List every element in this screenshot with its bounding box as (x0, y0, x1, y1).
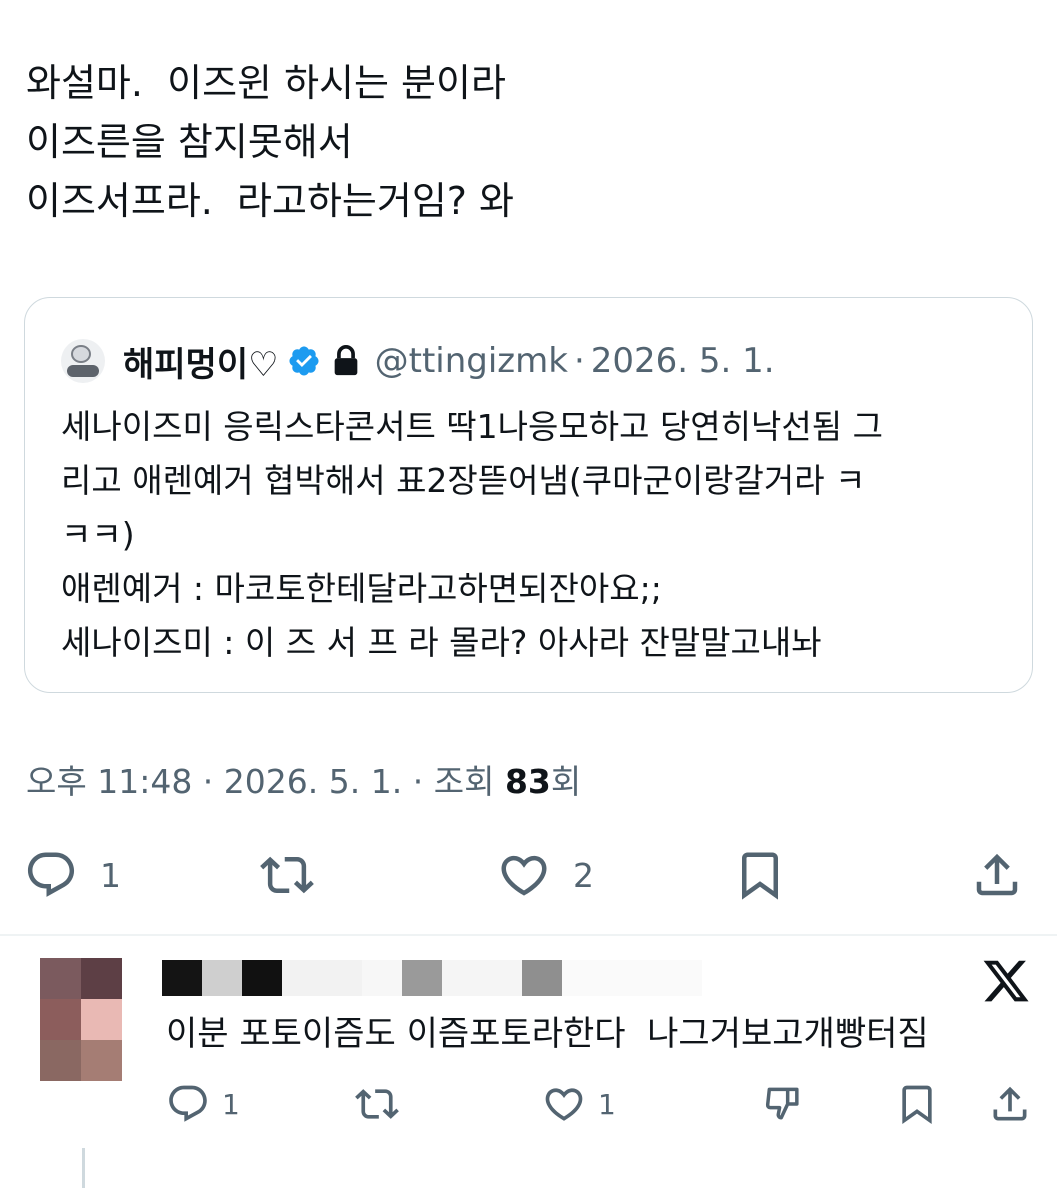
heart-icon (501, 855, 547, 896)
bookmark-button[interactable] (733, 848, 787, 902)
verified-badge-icon (289, 346, 319, 376)
tweet-time[interactable]: 오후 11:48 (26, 762, 192, 801)
thumbs-down-icon (765, 1087, 799, 1120)
retweet-icon (355, 1089, 399, 1119)
x-logo-icon (983, 960, 1029, 1002)
thread-connector-line (82, 1148, 85, 1188)
quoted-author-name[interactable]: 해피멍이♡ (123, 337, 279, 386)
avatar[interactable] (61, 339, 105, 383)
like-button[interactable]: 1 (542, 1082, 616, 1126)
share-button[interactable] (988, 1082, 1032, 1126)
dot-separator: · (573, 341, 585, 381)
retweet-button[interactable] (355, 1082, 399, 1126)
quoted-tweet-header: 해피멍이♡ @ttingizmk · 2026. 5. 1. (61, 337, 775, 386)
tweet-action-bar: 1 2 (0, 840, 1057, 912)
quoted-tweet-date[interactable]: 2026. 5. 1. (591, 341, 775, 381)
reply-action-bar: 1 1 (0, 1082, 1057, 1132)
reply-icon (27, 852, 75, 897)
tweet-text-line: 이즈서프라. 라고하는거임? 와 (26, 179, 515, 223)
like-button[interactable]: 2 (497, 848, 594, 902)
views-label: 조회 (433, 762, 495, 801)
quoted-author-handle[interactable]: @ttingizmk (375, 341, 568, 381)
share-icon (976, 853, 1018, 896)
retweet-icon (260, 856, 314, 894)
dot-separator: · (402, 762, 434, 801)
bookmark-button[interactable] (895, 1082, 939, 1126)
quoted-tweet-body: 세나이즈미 응릭스타콘서트 딱1나응모하고 당연히낙선됨 그 리고 애렌예거 협… (61, 400, 1011, 670)
share-icon (993, 1086, 1027, 1121)
share-button[interactable] (970, 848, 1024, 902)
quoted-text-line: 애렌예거 : 마코토한테달라고하면되잔아요;; (61, 569, 662, 608)
tweet-text-line: 이즈른을 참지못해서 (26, 120, 353, 164)
reply-count: 1 (100, 855, 121, 895)
tweet-date[interactable]: 2026. 5. 1. (224, 762, 402, 801)
tweet-text: 와설마. 이즈윈 하시는 분이라 이즈른을 참지못해서 이즈서프라. 라고하는거… (26, 54, 1026, 231)
tweet-text-line: 와설마. 이즈윈 하시는 분이라 (26, 61, 506, 105)
lock-icon (334, 345, 357, 376)
censored-author-name (162, 960, 722, 996)
reply-button[interactable]: 1 (24, 848, 121, 902)
retweet-button[interactable] (260, 848, 336, 902)
reply-button[interactable]: 1 (166, 1082, 240, 1126)
tweet-meta: 오후 11:48 · 2026. 5. 1. · 조회 83회 (26, 755, 581, 803)
quoted-text-line: 세나이즈미 : 이 즈 서 프 라 몰라? 아사라 잔말말고내놔 (61, 623, 822, 662)
heart-icon (545, 1088, 583, 1121)
reply-text: 이분 포토이즘도 이즘포토라한다 나그거보고개빵터짐 (166, 1014, 929, 1054)
reply-count: 1 (222, 1087, 240, 1121)
quoted-text-line: ㅋㅋ) (61, 515, 135, 554)
avatar[interactable] (40, 958, 122, 1081)
divider (0, 934, 1057, 936)
like-count: 2 (573, 855, 594, 895)
quoted-text-line: 세나이즈미 응릭스타콘서트 딱1나응모하고 당연히낙선됨 그 (61, 407, 883, 446)
views-suffix: 회 (550, 762, 582, 801)
quoted-tweet-card[interactable]: 해피멍이♡ @ttingizmk · 2026. 5. 1. 세나이즈미 응릭스… (24, 297, 1033, 693)
like-count: 1 (598, 1087, 616, 1121)
bookmark-icon (742, 852, 778, 900)
bookmark-icon (902, 1085, 932, 1125)
reply-icon (169, 1085, 207, 1122)
reply-tweet[interactable]: 이분 포토이즘도 이즘포토라한다 나그거보고개빵터짐 1 1 (0, 940, 1057, 1200)
quoted-text-line: 리고 애렌예거 협박해서 표2장뜯어냄(쿠마군이랑갈거라 ㅋ (61, 461, 866, 500)
dot-separator: · (192, 762, 224, 801)
views-count: 83 (504, 762, 551, 801)
downvote-button[interactable] (762, 1082, 806, 1126)
